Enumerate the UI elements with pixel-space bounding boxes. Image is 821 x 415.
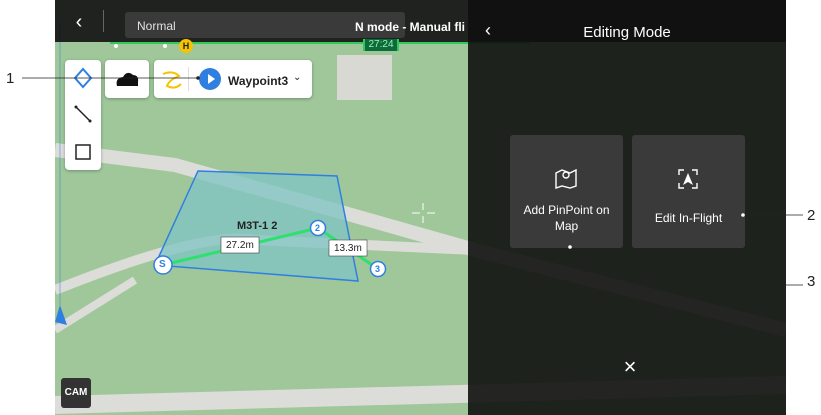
callout-3-line <box>569 246 803 286</box>
callout-lines <box>22 76 803 286</box>
